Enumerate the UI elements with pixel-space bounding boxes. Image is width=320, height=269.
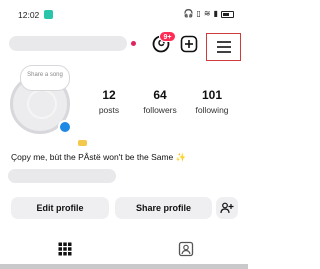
following-label: following [195,105,229,115]
username-redacted[interactable] [9,36,127,51]
app-notification-icon [44,10,53,19]
note-text: Share a song [27,72,63,78]
grid-icon [58,242,72,255]
bio-text: Çopy me, bùt the PÂstë won't be the Same… [11,152,187,162]
avatar-placeholder-icon [27,89,57,119]
emoji-icon [78,140,87,146]
signal-icon: ▮ [213,9,218,18]
following-count: 101 [201,88,223,102]
wifi-icon: ≋ [203,9,211,18]
followers-stat[interactable]: 64 followers [132,88,188,115]
headphones-icon: 🎧 [183,9,194,18]
posts-count: 12 [102,88,116,102]
vibrate-icon: ▯ [196,9,201,18]
menu-icon [216,41,231,53]
followers-count: 64 [153,88,167,102]
add-story-icon[interactable] [58,120,72,134]
status-icons: 🎧 ▯ ≋ ▮ [184,9,234,19]
status-time: 12:02 [18,10,40,20]
add-person-icon [220,202,234,214]
share-profile-button[interactable]: Share profile [115,197,212,219]
posts-stat[interactable]: 12 posts [81,88,137,115]
tab-grid[interactable] [3,232,127,265]
name-redacted [8,169,116,183]
posts-label: posts [98,105,120,115]
unread-dot [131,41,136,46]
menu-button[interactable] [206,33,241,61]
new-post-icon[interactable] [180,35,198,53]
grid-preview-strip[interactable] [0,264,248,269]
tagged-icon [178,241,194,256]
note-bubble[interactable]: Share a song [20,65,70,91]
battery-icon [221,10,234,18]
status-bar: 12:02 🎧 ▯ ≋ ▮ [0,0,248,26]
followers-label: followers [143,105,177,115]
tab-tagged[interactable] [124,232,248,265]
threads-badge: 9+ [159,31,176,42]
edit-profile-button[interactable]: Edit profile [11,197,109,219]
add-person-button[interactable] [216,197,238,219]
following-stat[interactable]: 101 following [184,88,240,115]
